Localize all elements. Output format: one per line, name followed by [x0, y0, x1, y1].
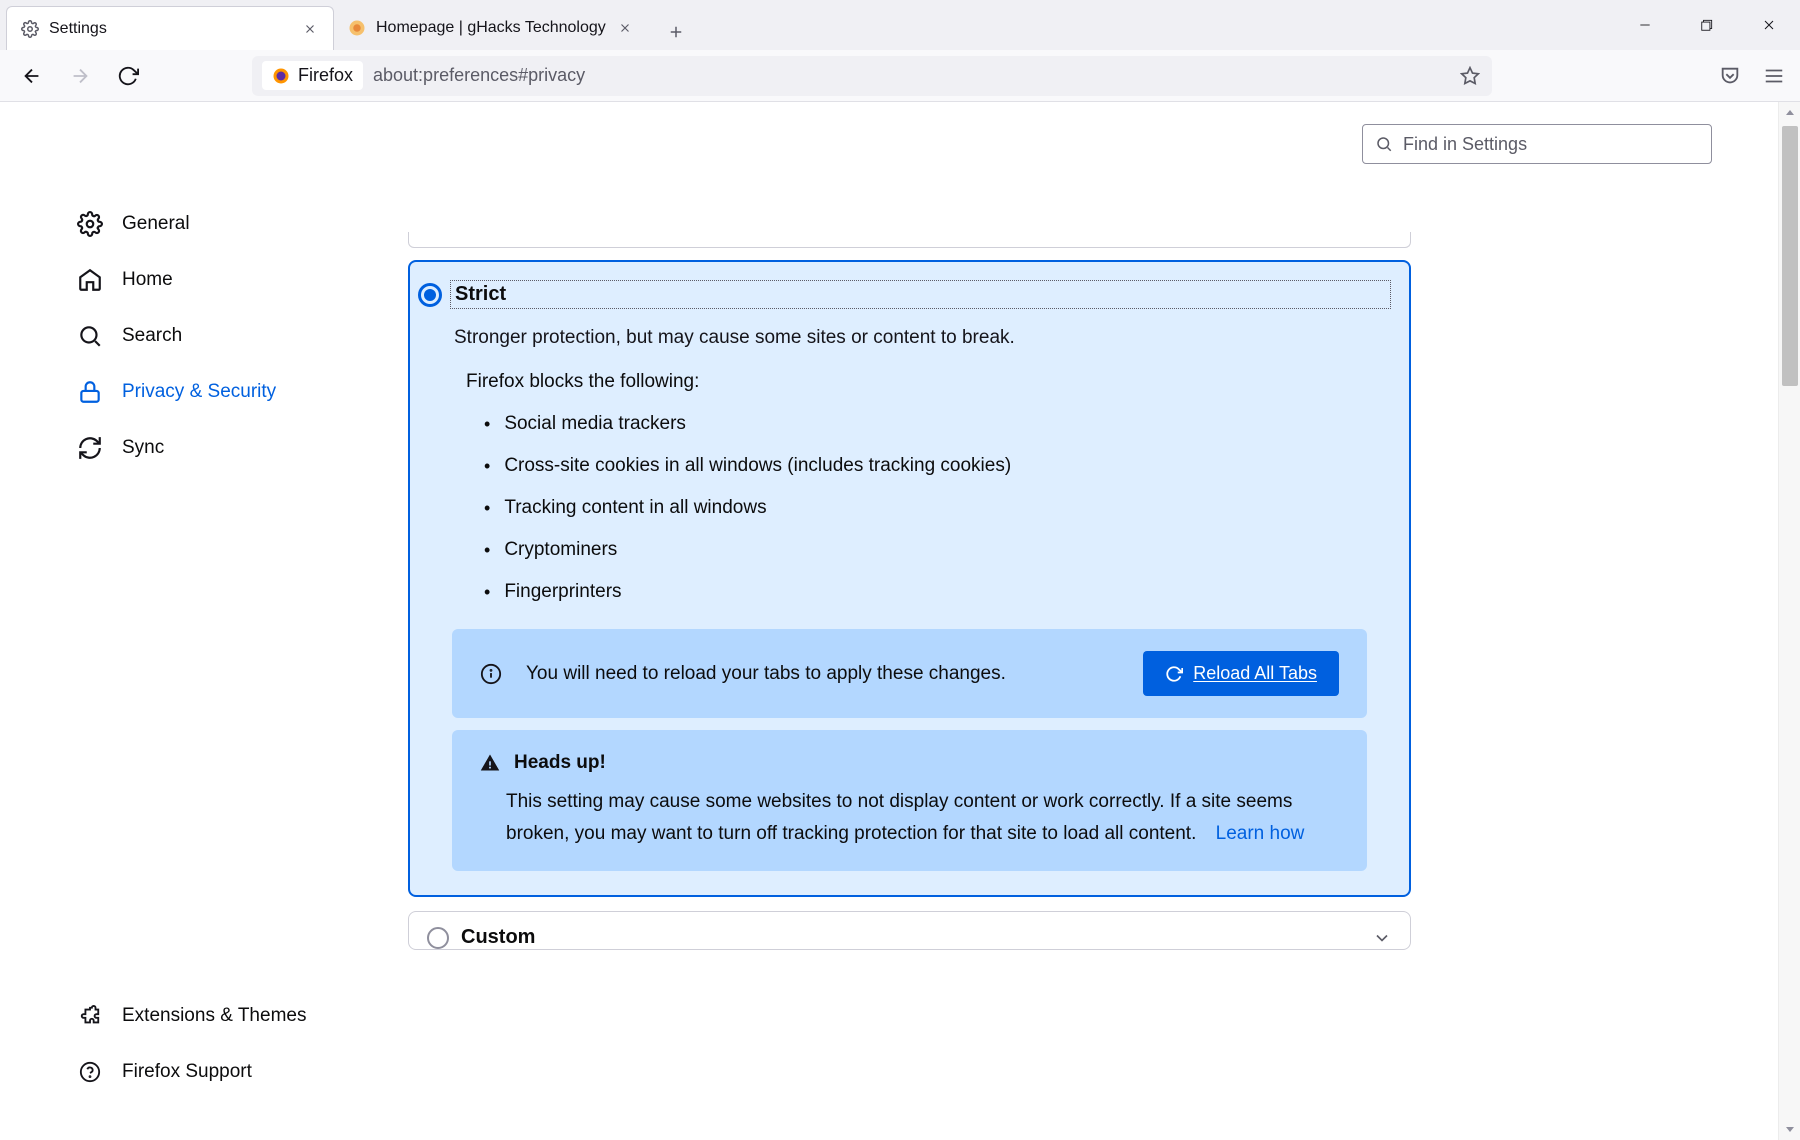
tab-title: Homepage | gHacks Technology [376, 19, 606, 37]
close-window-button[interactable] [1738, 0, 1800, 50]
sync-icon [76, 434, 104, 462]
block-list: Social media trackers Cross-site cookies… [410, 403, 1409, 613]
sidebar-item-label: Sync [122, 437, 164, 459]
scrollbar-thumb[interactable] [1782, 126, 1798, 386]
search-placeholder: Find in Settings [1403, 134, 1527, 155]
sidebar-item-label: Firefox Support [122, 1061, 252, 1083]
reload-button-label: Reload All Tabs [1193, 663, 1317, 684]
strict-radio[interactable] [418, 283, 442, 307]
help-icon [76, 1058, 104, 1086]
tab-strip: Settings Homepage | gHacks Technology [0, 0, 1800, 50]
sidebar-item-general[interactable]: General [68, 196, 400, 252]
bookmark-star-icon[interactable] [1458, 64, 1482, 88]
sidebar-item-label: Extensions & Themes [122, 1005, 306, 1027]
reload-icon [1165, 665, 1183, 683]
search-icon [76, 322, 104, 350]
sidebar-item-extensions[interactable]: Extensions & Themes [68, 988, 400, 1044]
close-icon[interactable] [616, 19, 634, 37]
identity-label: Firefox [298, 65, 353, 86]
blocks-label: Firefox blocks the following: [410, 353, 1409, 403]
sidebar-item-sync[interactable]: Sync [68, 420, 400, 476]
minimize-button[interactable] [1614, 0, 1676, 50]
window-controls [1614, 0, 1800, 50]
info-icon [480, 663, 502, 685]
reload-button[interactable] [108, 56, 148, 96]
search-icon [1375, 135, 1393, 153]
sidebar-item-search[interactable]: Search [68, 308, 400, 364]
protection-custom-card[interactable]: Custom [408, 911, 1411, 950]
toolbar: Firefox about:preferences#privacy [0, 50, 1800, 102]
pocket-icon[interactable] [1716, 62, 1744, 90]
maximize-button[interactable] [1676, 0, 1738, 50]
settings-sidebar: General Home Search Privacy & Security S… [0, 102, 400, 1140]
back-button[interactable] [12, 56, 52, 96]
scroll-up-icon[interactable] [1779, 102, 1800, 124]
list-item: Cross-site cookies in all windows (inclu… [484, 445, 1409, 487]
site-favicon-icon [348, 19, 366, 37]
learn-how-link[interactable]: Learn how [1216, 823, 1305, 844]
list-item: Cryptominers [484, 529, 1409, 571]
previous-option-collapsed[interactable] [408, 232, 1411, 248]
tab-settings[interactable]: Settings [6, 6, 334, 50]
strict-description: Stronger protection, but may cause some … [410, 309, 1409, 353]
sidebar-item-home[interactable]: Home [68, 252, 400, 308]
gear-icon [76, 210, 104, 238]
protection-strict-card: Strict Stronger protection, but may caus… [408, 260, 1411, 897]
list-item: Tracking content in all windows [484, 487, 1409, 529]
sidebar-item-label: General [122, 213, 190, 235]
firefox-icon [272, 67, 290, 85]
strict-title: Strict [455, 283, 506, 305]
identity-box[interactable]: Firefox [262, 61, 363, 90]
close-icon[interactable] [301, 20, 319, 38]
chevron-down-icon [1372, 928, 1392, 948]
settings-search-input[interactable]: Find in Settings [1362, 124, 1712, 164]
new-tab-button[interactable] [658, 14, 694, 50]
heads-up-body: This setting may cause some websites to … [506, 791, 1292, 843]
heads-up-notice: Heads up! This setting may cause some we… [452, 730, 1367, 871]
url-bar[interactable]: Firefox about:preferences#privacy [252, 56, 1492, 96]
sidebar-item-label: Home [122, 269, 173, 291]
scroll-down-icon[interactable] [1779, 1118, 1800, 1140]
warning-icon [480, 753, 500, 773]
settings-main: Find in Settings Strict Stronger protect… [400, 102, 1800, 1140]
tab-title: Settings [49, 20, 291, 38]
list-item: Social media trackers [484, 403, 1409, 445]
lock-icon [76, 378, 104, 406]
home-icon [76, 266, 104, 294]
gear-icon [21, 20, 39, 38]
app-menu-icon[interactable] [1760, 62, 1788, 90]
puzzle-icon [76, 1002, 104, 1030]
list-item: Fingerprinters [484, 571, 1409, 613]
custom-radio[interactable] [427, 927, 449, 949]
sidebar-item-label: Privacy & Security [122, 381, 276, 403]
reload-all-tabs-button[interactable]: Reload All Tabs [1143, 651, 1339, 696]
reload-notice: You will need to reload your tabs to app… [452, 629, 1367, 718]
tab-ghacks[interactable]: Homepage | gHacks Technology [334, 6, 648, 50]
sidebar-item-label: Search [122, 325, 182, 347]
heads-up-title: Heads up! [514, 752, 606, 774]
vertical-scrollbar[interactable] [1778, 102, 1800, 1140]
url-text: about:preferences#privacy [373, 65, 585, 86]
reload-message: You will need to reload your tabs to app… [526, 658, 1119, 690]
forward-button[interactable] [60, 56, 100, 96]
sidebar-item-privacy[interactable]: Privacy & Security [68, 364, 400, 420]
sidebar-item-support[interactable]: Firefox Support [68, 1044, 400, 1100]
custom-title: Custom [461, 926, 535, 949]
